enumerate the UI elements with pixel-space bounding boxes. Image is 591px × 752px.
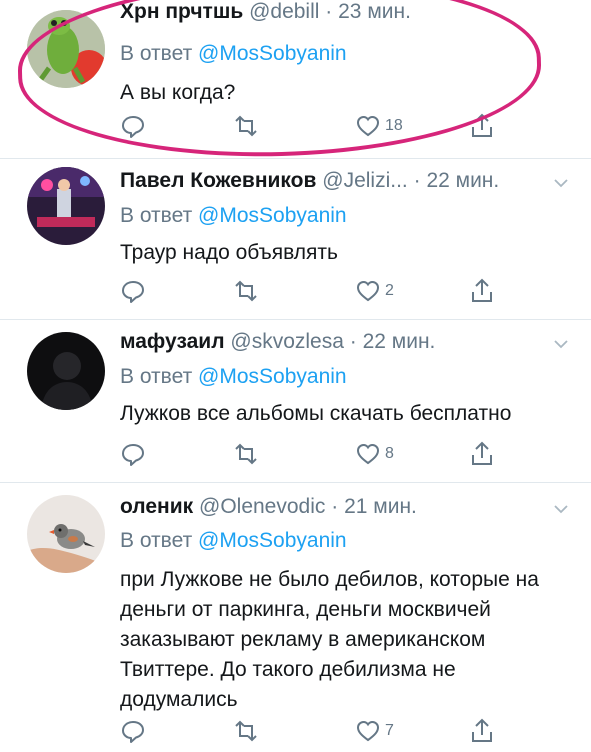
reply-prefix: В ответ (120, 529, 193, 552)
action-bar: 2 (120, 277, 520, 307)
avatar[interactable] (27, 332, 105, 410)
share-button[interactable] (470, 277, 494, 305)
action-bar: 8 (120, 440, 520, 470)
avatar[interactable] (27, 10, 105, 88)
retweet-button[interactable] (232, 717, 260, 745)
reply-mention-link[interactable]: @MosSobyanin (198, 42, 347, 65)
reply-button[interactable] (120, 277, 146, 305)
reply-mention-link[interactable]: @MosSobyanin (198, 529, 347, 552)
reply-prefix: В ответ (120, 42, 193, 65)
display-name[interactable]: оленик (120, 495, 193, 518)
reply-button[interactable] (120, 112, 146, 140)
display-name[interactable]: Хрн прчтшь (120, 0, 243, 23)
reply-feed: Хрн прчтшь @debill · 23 мин. В ответ @Mo… (0, 0, 591, 752)
avatar[interactable] (27, 167, 105, 245)
timestamp[interactable]: 21 мин. (344, 495, 417, 518)
tweet-header: Павел Кожевников @Jelizi... · 22 мин. (120, 169, 499, 193)
reply-icon (122, 444, 144, 466)
reply-icon (122, 116, 144, 138)
reply-prefix: В ответ (120, 204, 193, 227)
action-bar: 7 (120, 717, 520, 747)
tweet-header: Хрн прчтшь @debill · 23 мин. (120, 0, 411, 24)
stage-avatar-icon (27, 167, 105, 245)
share-icon (472, 278, 492, 302)
share-button[interactable] (470, 440, 494, 468)
user-handle[interactable]: @Jelizi... (322, 169, 408, 192)
retweet-button[interactable] (232, 112, 260, 140)
chevron-down-icon[interactable] (553, 501, 569, 517)
like-count: 2 (385, 282, 394, 299)
reply-prefix: В ответ (120, 365, 193, 388)
like-button[interactable]: 2 (355, 277, 394, 305)
chevron-down-icon[interactable] (553, 336, 569, 352)
separator-dot: · (413, 169, 421, 192)
reply-mention-link[interactable]: @MosSobyanin (198, 204, 347, 227)
retweet-icon (235, 115, 257, 137)
heart-icon (356, 280, 380, 302)
reply-icon (122, 721, 144, 743)
reply-icon (122, 281, 144, 303)
share-icon (472, 718, 492, 742)
separator-dot: · (349, 330, 357, 353)
retweet-icon (235, 720, 257, 742)
retweet-button[interactable] (232, 277, 260, 305)
user-handle[interactable]: @debill (249, 0, 319, 23)
like-button[interactable]: 8 (355, 440, 394, 468)
reply-context: В ответ @MosSobyanin (120, 365, 347, 389)
reply-button[interactable] (120, 440, 146, 468)
separator-dot: · (331, 495, 339, 518)
dark-silhouette-avatar-icon (27, 332, 105, 410)
like-button[interactable]: 18 (355, 112, 403, 140)
like-count: 7 (385, 722, 394, 739)
avatar[interactable] (27, 495, 105, 573)
display-name[interactable]: Павел Кожевников (120, 169, 316, 192)
share-button[interactable] (470, 717, 494, 745)
tweet-text: Траур надо объявлять (120, 241, 338, 264)
tweet-header: оленик @Olenevodic · 21 мин. (120, 495, 417, 519)
like-button[interactable]: 7 (355, 717, 394, 745)
tweet-4[interactable]: оленик @Olenevodic · 21 мин. В ответ @Mo… (0, 483, 591, 752)
reply-context: В ответ @MosSobyanin (120, 42, 347, 66)
heart-icon (356, 115, 380, 137)
timestamp[interactable]: 22 мин. (426, 169, 499, 192)
reply-button[interactable] (120, 717, 146, 745)
chevron-down-icon[interactable] (553, 175, 569, 191)
bird-on-hand-avatar-icon (27, 495, 105, 573)
timestamp[interactable]: 23 мин. (338, 0, 411, 23)
tweet-text: Лужков все альбомы скачать бесплатно (120, 402, 512, 425)
retweet-icon (235, 443, 257, 465)
retweet-button[interactable] (232, 440, 260, 468)
action-bar: 18 (120, 112, 520, 142)
frog-avatar-icon (27, 10, 105, 88)
share-icon (472, 113, 492, 137)
share-button[interactable] (470, 112, 494, 140)
reply-mention-link[interactable]: @MosSobyanin (198, 365, 347, 388)
tweet-1[interactable]: Хрн прчтшь @debill · 23 мин. В ответ @Mo… (0, 0, 591, 163)
retweet-icon (235, 280, 257, 302)
reply-context: В ответ @MosSobyanin (120, 204, 347, 228)
tweet-2[interactable]: Павел Кожевников @Jelizi... · 22 мин. В … (0, 159, 591, 319)
like-count: 18 (385, 117, 403, 134)
heart-icon (356, 443, 380, 465)
heart-icon (356, 720, 380, 742)
share-icon (472, 441, 492, 465)
timestamp[interactable]: 22 мин. (363, 330, 436, 353)
user-handle[interactable]: @Olenevodic (199, 495, 325, 518)
tweet-text: А вы когда? (120, 81, 236, 104)
display-name[interactable]: мафузаил (120, 330, 225, 353)
tweet-text: при Лужкове не было дебилов, которые на … (120, 568, 539, 711)
like-count: 8 (385, 445, 394, 462)
tweet-3[interactable]: мафузаил @skvozlesa · 22 мин. В ответ @M… (0, 320, 591, 482)
separator-dot: · (325, 0, 333, 23)
user-handle[interactable]: @skvozlesa (230, 330, 344, 353)
reply-context: В ответ @MosSobyanin (120, 529, 347, 553)
tweet-header: мафузаил @skvozlesa · 22 мин. (120, 330, 435, 354)
